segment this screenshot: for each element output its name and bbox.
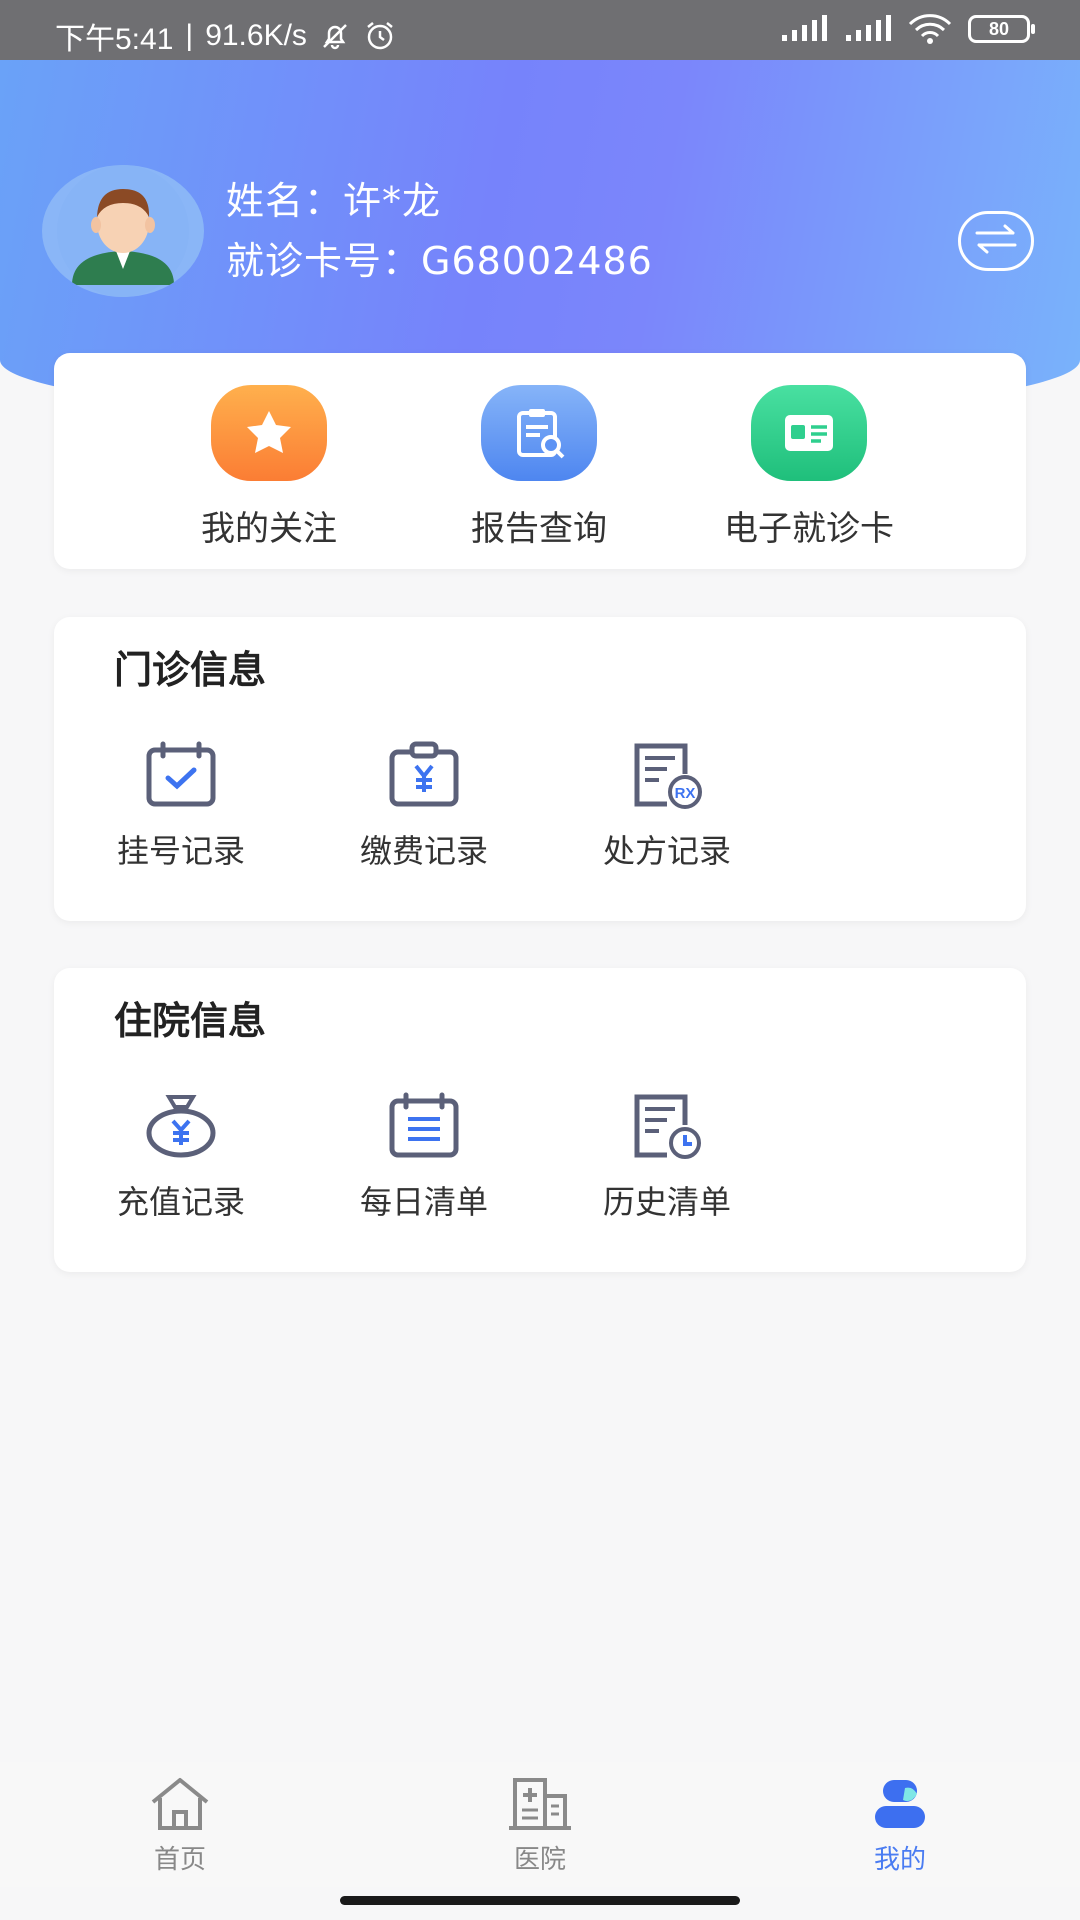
bottom-tab-bar: 首页 医院 我的 — [0, 1762, 1080, 1887]
hospital-icon — [507, 1778, 573, 1839]
recharge-records-button[interactable]: 充值记录 — [91, 1091, 271, 1223]
inpatient-info-card: 住院信息 充值记录 每日清单 历史清单 — [54, 968, 1026, 1272]
daily-list-button[interactable]: 每日清单 — [334, 1091, 514, 1223]
history-list-button[interactable]: 历史清单 — [577, 1091, 757, 1223]
daily-list-icon — [384, 1091, 464, 1161]
entry-label: 充值记录 — [116, 1183, 245, 1221]
status-speed: 91.6K/s — [205, 19, 307, 52]
money-bag-icon — [141, 1091, 221, 1161]
status-bar: 下午5:41 | 91.6K/s 80 — [0, 0, 1080, 60]
calendar-check-icon — [141, 740, 221, 810]
tab-label: 我的 — [873, 1845, 926, 1875]
home-icon — [147, 1778, 213, 1839]
payment-records-button[interactable]: 缴费记录 — [334, 740, 514, 872]
tab-mine[interactable]: 我的 — [820, 1776, 980, 1876]
switch-patient-button[interactable] — [958, 211, 1034, 271]
signal-icon — [780, 15, 828, 43]
quick-action-label: 报告查询 — [471, 509, 607, 549]
tab-hospital[interactable]: 医院 — [460, 1776, 620, 1876]
svg-text:RX: RX — [675, 785, 696, 802]
quick-actions-card: 我的关注 报告查询 电子就诊卡 — [54, 353, 1026, 569]
entry-label: 缴费记录 — [359, 832, 488, 870]
entry-label: 处方记录 — [602, 832, 731, 870]
battery-icon: 80 — [968, 15, 1035, 43]
patient-card-number: 就诊卡号：G68002486 — [226, 239, 653, 283]
quick-action-report-query[interactable]: 报告查询 — [429, 385, 649, 550]
star-icon — [211, 385, 327, 481]
entry-label: 历史清单 — [602, 1183, 731, 1221]
home-indicator[interactable] — [340, 1896, 740, 1905]
section-title: 门诊信息 — [114, 648, 267, 692]
tab-label: 医院 — [513, 1845, 566, 1875]
avatar[interactable] — [42, 165, 204, 297]
quick-action-label: 电子就诊卡 — [724, 509, 894, 549]
wifi-icon — [908, 14, 952, 44]
tab-home[interactable]: 首页 — [100, 1776, 260, 1876]
quick-action-e-card[interactable]: 电子就诊卡 — [699, 385, 919, 550]
history-list-icon — [627, 1091, 707, 1161]
prescription-icon: RX — [627, 740, 707, 810]
report-search-icon — [481, 385, 597, 481]
prescription-records-button[interactable]: RX 处方记录 — [577, 740, 757, 872]
registration-records-button[interactable]: 挂号记录 — [91, 740, 271, 872]
id-card-icon — [751, 385, 867, 481]
status-divider: | — [185, 19, 194, 52]
patient-name: 姓名：许*龙 — [226, 179, 442, 223]
payment-clipboard-icon — [384, 740, 464, 810]
switch-arrows-icon — [971, 222, 1021, 260]
status-time: 下午5:41 — [55, 23, 174, 56]
entry-label: 挂号记录 — [116, 832, 245, 870]
alarm-icon — [363, 19, 397, 53]
mute-bell-icon — [319, 20, 351, 52]
outpatient-info-card: 门诊信息 挂号记录 缴费记录 RX 处方记录 — [54, 617, 1026, 921]
quick-action-my-follow[interactable]: 我的关注 — [159, 385, 379, 550]
section-title: 住院信息 — [114, 999, 267, 1043]
quick-action-label: 我的关注 — [201, 509, 337, 549]
entry-label: 每日清单 — [359, 1183, 488, 1221]
signal-icon — [844, 15, 892, 43]
profile-icon — [867, 1780, 933, 1839]
tab-label: 首页 — [153, 1845, 206, 1875]
